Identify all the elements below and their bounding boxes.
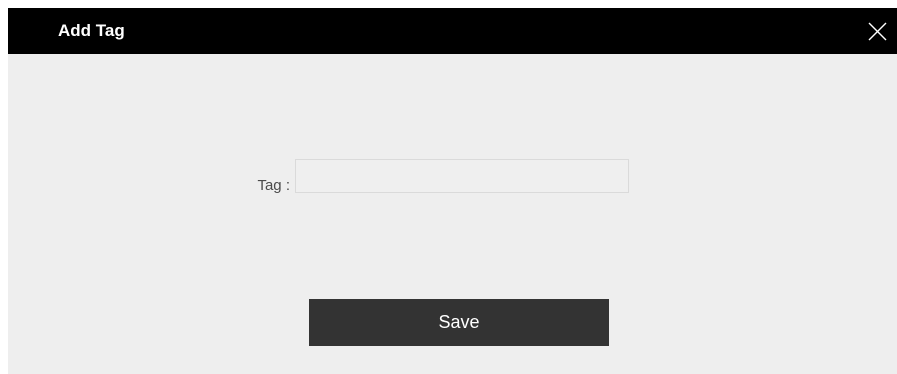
tag-input[interactable] — [295, 159, 629, 193]
tag-label: Tag : — [257, 177, 290, 194]
close-icon — [868, 22, 887, 41]
save-button[interactable]: Save — [309, 299, 609, 346]
dialog-titlebar: Add Tag — [8, 8, 897, 54]
add-tag-dialog: Add Tag Tag : Save — [8, 8, 897, 374]
close-button[interactable] — [857, 8, 897, 54]
dialog-title: Add Tag — [58, 21, 125, 40]
